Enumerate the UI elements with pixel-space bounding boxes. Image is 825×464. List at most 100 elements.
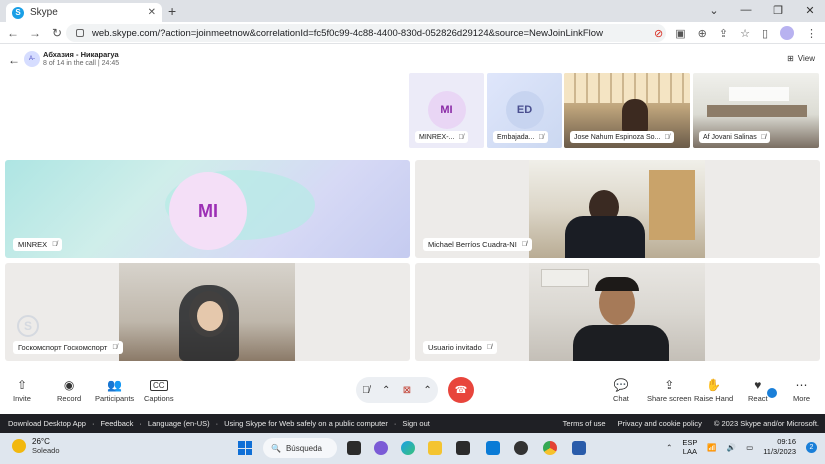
chat-icon: 💬 xyxy=(613,378,629,392)
back-icon[interactable]: ← xyxy=(4,26,22,40)
camera-off-icon[interactable]: ⊠ xyxy=(403,385,411,396)
language-link[interactable]: Language (en-US) xyxy=(148,419,210,428)
air-conditioner xyxy=(541,269,589,287)
forward-icon[interactable]: → xyxy=(26,26,44,40)
chrome-icon[interactable] xyxy=(543,441,557,455)
download-desktop-link[interactable]: Download Desktop App xyxy=(8,419,86,428)
dropbox-icon[interactable] xyxy=(486,441,500,455)
participants-button[interactable]: 👥 Participants xyxy=(95,378,134,403)
chat-label: Chat xyxy=(613,394,629,403)
edge-icon[interactable] xyxy=(401,441,415,455)
sign-out-link[interactable]: Sign out xyxy=(402,419,430,428)
participant-name: Jose Nahum Espinoza So... xyxy=(574,133,661,141)
participant-thumb-embajada[interactable]: ED Embajada... 🎙̸ xyxy=(487,73,562,148)
store-icon[interactable] xyxy=(456,441,470,455)
app-icon[interactable] xyxy=(514,441,528,455)
captions-button[interactable]: CC Captions xyxy=(144,378,174,403)
mic-muted-icon[interactable]: 🎙̸ xyxy=(362,385,370,396)
terms-link[interactable]: Terms of use xyxy=(563,419,606,428)
participant-label: Jose Nahum Espinoza So... 🎙̸ xyxy=(570,131,674,143)
word-icon[interactable] xyxy=(572,441,586,455)
browser-menu-icon[interactable]: ⋮ xyxy=(806,27,817,40)
windows-start-icon[interactable] xyxy=(238,441,252,455)
bookmark-star-icon[interactable]: ☆ xyxy=(740,27,750,40)
record-button[interactable]: ◉ Record xyxy=(57,378,81,403)
tab-skype[interactable]: S Skype ✕ xyxy=(6,3,162,22)
tab-title: Skype xyxy=(30,7,58,18)
participant-tile-invitado[interactable]: Usuario invitado 🎙̸ xyxy=(415,263,820,361)
tab-search-icon[interactable]: ⌄ xyxy=(707,4,721,17)
teams-chat-icon[interactable] xyxy=(374,441,388,455)
share-screen-label: Share screen xyxy=(647,394,692,403)
call-status: 8 of 14 in the call | 24:45 xyxy=(43,60,120,67)
taskbar-search[interactable]: 🔍 Búsqueda xyxy=(263,438,337,458)
separator: · xyxy=(91,419,95,428)
task-view-icon[interactable] xyxy=(347,441,361,455)
battery-icon[interactable]: ▭ xyxy=(746,443,753,452)
privacy-link[interactable]: Privacy and cookie policy xyxy=(618,419,702,428)
participant-thumb-jose[interactable]: Jose Nahum Espinoza So... 🎙̸ xyxy=(564,73,690,148)
search-icon: 🔍 xyxy=(271,443,281,453)
more-label: More xyxy=(793,394,811,403)
captions-label: Captions xyxy=(144,394,174,403)
close-window-icon[interactable]: ✕ xyxy=(803,4,817,17)
more-button[interactable]: ⋯ More xyxy=(793,378,810,403)
invite-button[interactable]: ⇧ Invite xyxy=(13,378,31,403)
participant-thumb-jovani[interactable]: Af Jovani Salinas 🎙̸ xyxy=(693,73,819,148)
feedback-link[interactable]: Feedback xyxy=(100,419,133,428)
profile-avatar-icon[interactable] xyxy=(780,26,794,40)
weather-condition: Soleado xyxy=(32,446,60,455)
view-button[interactable]: ⊞ View xyxy=(787,54,815,63)
restore-icon[interactable]: ❐ xyxy=(771,4,785,17)
notification-badge[interactable]: 2 xyxy=(806,441,817,453)
public-computer-link[interactable]: Using Skype for Web safely on a public c… xyxy=(224,419,388,428)
new-tab-icon[interactable]: + xyxy=(168,3,176,19)
minimize-icon[interactable]: — xyxy=(739,4,753,17)
chevron-up-icon[interactable]: ⌃ xyxy=(423,385,431,396)
share-screen-button[interactable]: ⇪ Share screen xyxy=(647,378,692,403)
weather-widget[interactable]: 26°C Soleado xyxy=(12,437,60,455)
back-arrow-icon[interactable]: ← xyxy=(8,53,20,67)
video-icon[interactable]: ▣ xyxy=(675,27,685,40)
lock-icon[interactable] xyxy=(76,29,84,37)
participant-name: Michael Berríos Cuadra-NI xyxy=(428,240,517,249)
file-explorer-icon[interactable] xyxy=(428,441,442,455)
hang-up-button[interactable]: ☎ xyxy=(448,377,474,403)
url-input[interactable]: web.skype.com/?action=joinmeetnow&correl… xyxy=(66,24,666,42)
participant-tile-michael[interactable]: Michael Berríos Cuadra-NI 🎙̸ xyxy=(415,160,820,258)
browser-toolbar-icons: ⊘ ▣ ⊕ ⇪ ☆ ▯ ⋮ xyxy=(654,26,817,40)
react-button[interactable]: ♥ React xyxy=(748,378,768,403)
participant-thumb-minrex[interactable]: MI MINREX-... 🎙̸ xyxy=(409,73,484,148)
participant-tile-minrex[interactable]: MI MINREX 🎙̸ xyxy=(5,160,410,258)
more-icon: ⋯ xyxy=(795,378,808,392)
participants-label: Participants xyxy=(95,394,135,403)
share-icon[interactable]: ⇪ xyxy=(719,27,728,40)
group-avatar: A- xyxy=(24,51,40,67)
wifi-icon[interactable]: 📶 xyxy=(707,443,716,452)
blocked-icon[interactable]: ⊘ xyxy=(654,27,663,40)
clock[interactable]: 09:16 11/3/2023 xyxy=(763,437,796,457)
hand-icon: ✋ xyxy=(706,378,722,392)
chat-button[interactable]: 💬 Chat xyxy=(613,378,629,403)
language-indicator[interactable]: ESP LAA xyxy=(682,438,697,456)
call-title[interactable]: Абхазия - Никарагуа xyxy=(43,50,119,59)
share-screen-icon: ⇪ xyxy=(664,378,675,392)
react-edit-badge-icon[interactable] xyxy=(766,387,778,399)
chevron-up-icon[interactable]: ⌃ xyxy=(666,443,672,452)
participant-tile-goskomsport[interactable]: S Госкомспорт Госкомспорт 🎙̸ xyxy=(5,263,410,361)
search-placeholder: Búsqueda xyxy=(285,443,322,453)
share-out-icon: ⇧ xyxy=(16,378,27,392)
sidebar-icon[interactable]: ▯ xyxy=(762,27,768,40)
person-body xyxy=(565,216,645,258)
video-background xyxy=(564,73,690,103)
record-icon: ◉ xyxy=(63,378,75,392)
close-tab-icon[interactable]: ✕ xyxy=(148,7,156,18)
chevron-up-icon[interactable]: ⌃ xyxy=(382,385,390,396)
mic-off-icon: 🎙̸ xyxy=(760,133,766,141)
reload-icon[interactable]: ↻ xyxy=(48,26,66,40)
raise-hand-button[interactable]: ✋ Raise Hand xyxy=(694,378,733,403)
volume-icon[interactable]: 🔊 xyxy=(727,443,736,452)
skype-logo-icon: S xyxy=(12,6,24,19)
zoom-icon[interactable]: ⊕ xyxy=(698,27,707,40)
participant-label: Af Jovani Salinas 🎙̸ xyxy=(699,131,770,143)
